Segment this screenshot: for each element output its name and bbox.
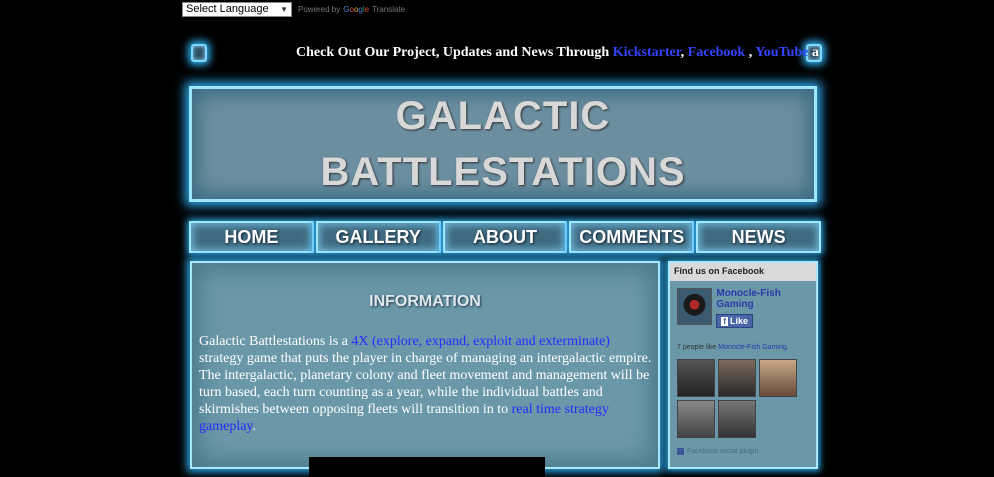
- kickstarter-link[interactable]: Kickstarter: [613, 45, 681, 60]
- like-count-suffix: .: [786, 344, 789, 351]
- avatar[interactable]: [677, 359, 715, 397]
- avatar[interactable]: [718, 400, 756, 438]
- nav-about[interactable]: ABOUT: [442, 221, 568, 253]
- nav-news[interactable]: NEWS: [696, 221, 821, 253]
- facebook-icon: [677, 448, 684, 455]
- nav-gallery[interactable]: GALLERY: [315, 221, 441, 253]
- chevron-down-icon: ▼: [280, 4, 288, 14]
- 4x-link[interactable]: 4X (explore, expand, exploit and extermi…: [351, 334, 610, 349]
- facebook-faces: [677, 359, 807, 438]
- video-embed[interactable]: [309, 457, 545, 477]
- facebook-link[interactable]: Facebook: [688, 45, 746, 60]
- translate-bar: Select Language ▼ Powered by Google Tran…: [182, 1, 405, 17]
- notice-sep: ,: [745, 45, 756, 60]
- facebook-page-name[interactable]: Monocle-Fish Gaming: [716, 288, 816, 310]
- youtube-link[interactable]: YouTube: [755, 45, 808, 60]
- facebook-social-plugin: Facebook social plugin: [677, 448, 758, 455]
- like-count-text: 7 people like: [677, 344, 719, 351]
- project-notice: Check Out Our Project, Updates and News …: [296, 45, 819, 61]
- powered-by-label: Powered by: [298, 4, 341, 14]
- translate-link[interactable]: Translate: [372, 5, 405, 14]
- avatar[interactable]: [677, 400, 715, 438]
- plugin-label[interactable]: Facebook social plugin: [687, 448, 758, 455]
- information-text: Galactic Battlestations is a 4X (explore…: [199, 333, 654, 435]
- info-text-part: Galactic Battlestations is a: [199, 334, 352, 349]
- language-select[interactable]: Select Language ▼: [182, 1, 292, 17]
- facebook-box-header: Find us on Facebook: [670, 263, 816, 281]
- site-banner: GALACTIC BATTLESTATIONS: [189, 86, 817, 202]
- facebook-page-info: Monocle-Fish Gaming f Like: [677, 288, 816, 329]
- nav-home[interactable]: HOME: [189, 221, 314, 253]
- nav-comments[interactable]: COMMENTS: [569, 221, 695, 253]
- information-panel: INFORMATION Galactic Battlestations is a…: [190, 261, 660, 477]
- notice-text: Check Out Our Project, Updates and News …: [296, 45, 613, 60]
- facebook-like-count: 7 people like Monocle-Fish Gaming.: [677, 344, 789, 351]
- info-text-part: .: [252, 419, 257, 434]
- page-avatar[interactable]: [677, 288, 713, 325]
- facebook-like-box: Find us on Facebook Monocle-Fish Gaming …: [668, 261, 818, 469]
- facebook-like-button[interactable]: f Like: [716, 314, 754, 328]
- notice-trail: a: [808, 45, 819, 60]
- banner-title-line1: GALACTIC: [395, 94, 611, 138]
- like-label: Like: [730, 316, 749, 326]
- avatar[interactable]: [718, 359, 756, 397]
- banner-title-line2: BATTLESTATIONS: [320, 150, 686, 194]
- avatar[interactable]: [759, 359, 797, 397]
- glow-rivet-left: [191, 44, 207, 62]
- facebook-page-link[interactable]: Monocle-Fish Gaming: [718, 344, 786, 351]
- powered-by-google: Powered by Google Translate: [298, 5, 405, 14]
- information-heading: INFORMATION: [369, 293, 481, 310]
- google-logo: Google: [343, 4, 370, 14]
- main-nav: HOME GALLERY ABOUT COMMENTS NEWS: [189, 221, 821, 253]
- language-select-value: Select Language: [186, 3, 269, 15]
- facebook-icon: f: [721, 316, 729, 326]
- notice-sep: ,: [680, 45, 688, 60]
